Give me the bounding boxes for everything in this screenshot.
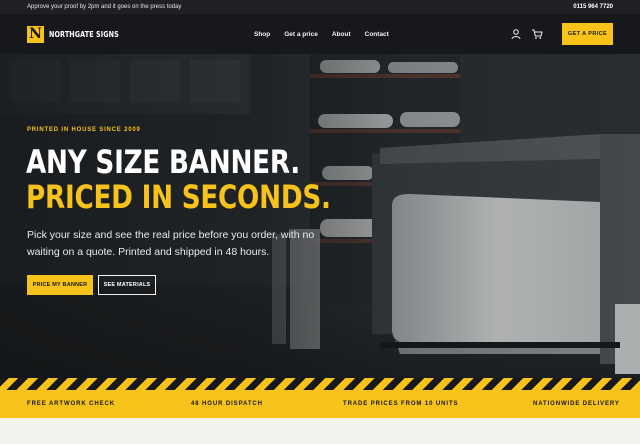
see-materials-button[interactable]: SEE MATERIALS (98, 275, 156, 295)
phone-link[interactable]: 0115 964 7720 (573, 4, 613, 10)
brand-name: NORTHGATE SIGNS (49, 30, 119, 39)
feature-48-hour-dispatch: 48 HOUR DISPATCH (191, 401, 263, 407)
feature-free-artwork-check: FREE ARTWORK CHECK (27, 401, 115, 407)
hero-description: Pick your size and see the real price be… (27, 229, 315, 258)
announcement-bar: Approve your proof by 2pm and it goes on… (0, 0, 640, 14)
nav-link-get-a-price[interactable]: Get a price (284, 31, 318, 38)
brand-logo[interactable]: N NORTHGATE SIGNS (27, 26, 130, 43)
hero-eyebrow: PRINTED IN HOUSE SINCE 2009 (27, 127, 141, 133)
feature-trade-prices: TRADE PRICES FROM 10 UNITS (343, 401, 459, 407)
hero-headline-line-1: ANY SIZE BANNER. (26, 143, 301, 181)
nav-link-shop[interactable]: Shop (254, 31, 270, 38)
nav-menu: Shop Get a price About Contact (254, 14, 403, 54)
nav-link-contact[interactable]: Contact (365, 31, 389, 38)
nav-link-about[interactable]: About (332, 31, 351, 38)
hazard-stripe-divider (0, 378, 640, 390)
features-bar: FREE ARTWORK CHECK 48 HOUR DISPATCH TRAD… (0, 390, 640, 418)
next-section (0, 418, 640, 444)
price-my-banner-button[interactable]: PRICE MY BANNER (27, 275, 93, 295)
cart-icon[interactable] (531, 28, 543, 40)
hero-section (0, 54, 640, 378)
hero-headline-line-2: PRICED IN SECONDS. (26, 178, 331, 216)
logo-mark: N (27, 26, 44, 43)
feature-nationwide-delivery: NATIONWIDE DELIVERY (533, 401, 620, 407)
get-a-price-button[interactable]: GET A PRICE (562, 23, 613, 45)
promo-text: Approve your proof by 2pm and it goes on… (27, 4, 182, 10)
hero-overlay (0, 54, 640, 378)
user-icon[interactable] (510, 28, 522, 40)
main-nav: N NORTHGATE SIGNS Shop Get a price About… (0, 14, 640, 54)
